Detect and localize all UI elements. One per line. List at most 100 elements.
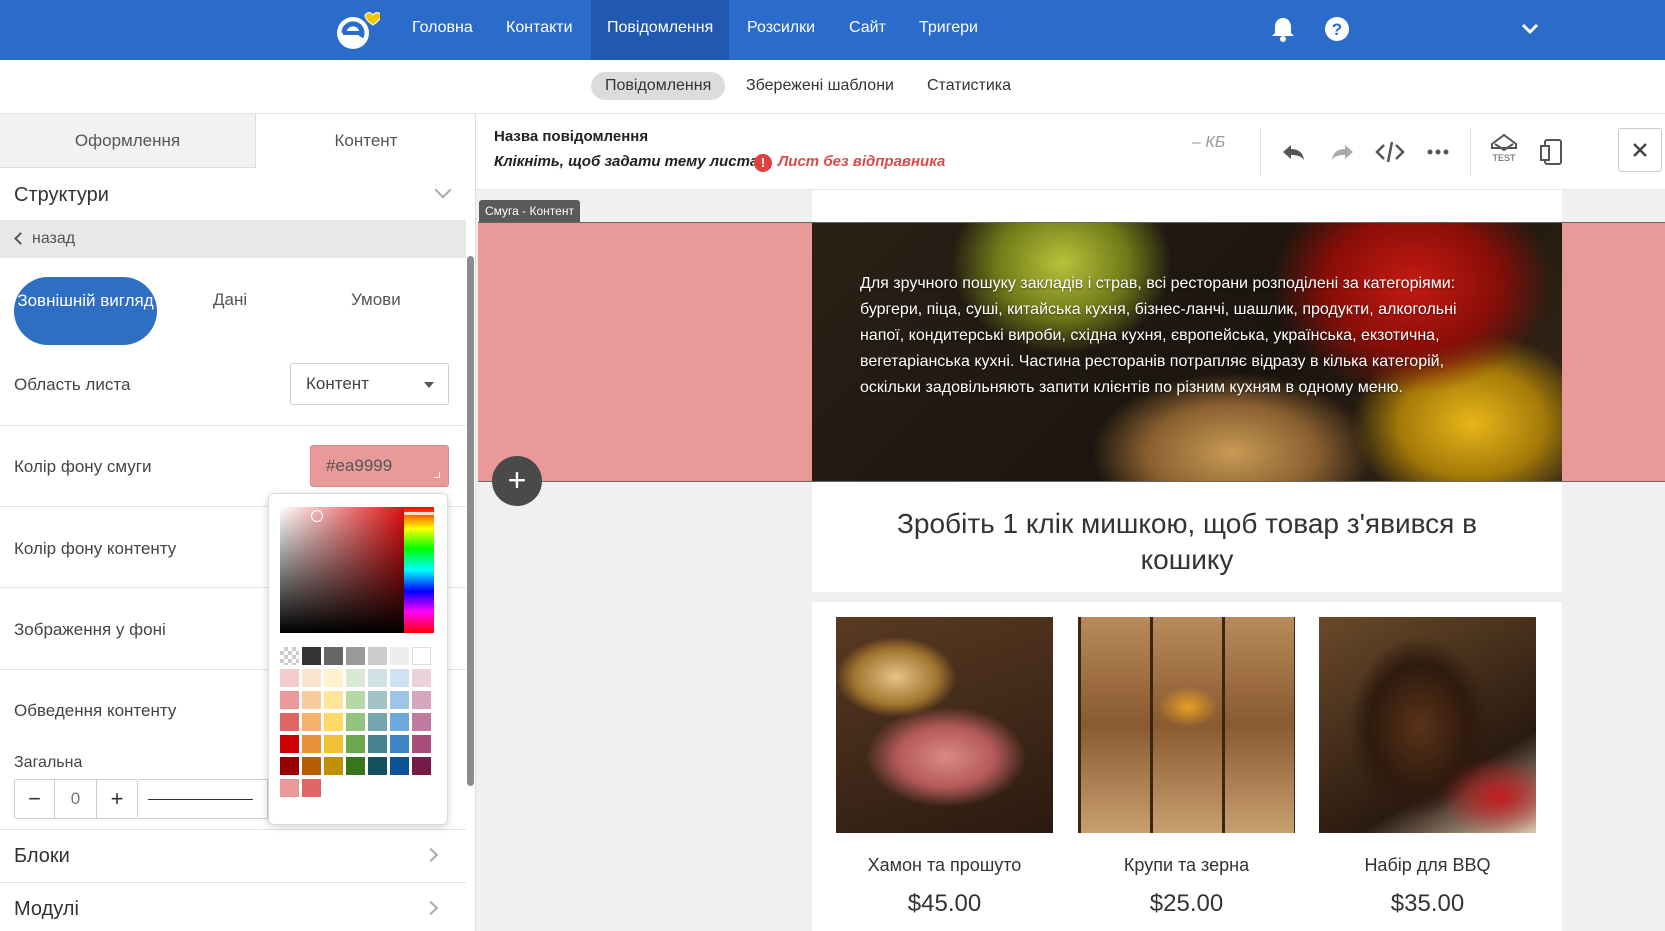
product-image[interactable] bbox=[836, 617, 1053, 833]
more-icon[interactable] bbox=[1422, 136, 1454, 168]
product-price[interactable]: $45.00 bbox=[836, 890, 1053, 918]
nav-campaigns[interactable]: Розсилки bbox=[731, 0, 831, 60]
color-swatch[interactable] bbox=[368, 713, 387, 731]
band-bg-color-input[interactable]: #ea9999 bbox=[310, 445, 449, 487]
subject-field[interactable]: Клікніть, щоб задати тему листа bbox=[494, 153, 758, 170]
code-icon[interactable] bbox=[1374, 136, 1406, 168]
tab-design[interactable]: Оформлення bbox=[0, 114, 256, 168]
hue-slider[interactable] bbox=[404, 507, 434, 633]
color-swatch[interactable] bbox=[280, 691, 299, 709]
increment-button[interactable]: + bbox=[97, 780, 137, 818]
product-name[interactable]: Крупи та зерна bbox=[1078, 855, 1295, 876]
color-swatch[interactable] bbox=[346, 691, 365, 709]
headline[interactable]: Зробіть 1 клік мишкою, щоб товар з'явивс… bbox=[852, 506, 1522, 578]
border-style-select[interactable] bbox=[138, 779, 268, 819]
border-width-value[interactable]: 0 bbox=[55, 780, 97, 818]
area-select[interactable]: Контент bbox=[290, 363, 449, 405]
product-price[interactable]: $35.00 bbox=[1319, 890, 1536, 918]
color-swatch[interactable] bbox=[302, 669, 321, 687]
hero-banner[interactable]: Для зручного пошуку закладів і страв, вс… bbox=[812, 223, 1562, 481]
color-swatch[interactable] bbox=[390, 647, 409, 665]
color-swatch[interactable] bbox=[390, 669, 409, 687]
hero-text[interactable]: Для зручного пошуку закладів і страв, вс… bbox=[860, 271, 1500, 401]
color-swatch[interactable] bbox=[390, 735, 409, 753]
nav-site[interactable]: Сайт bbox=[833, 0, 902, 60]
color-swatch[interactable] bbox=[368, 691, 387, 709]
color-swatch[interactable] bbox=[302, 757, 321, 775]
products-block[interactable]: Хамон та прошуто $45.00 Крупи та зерна $… bbox=[812, 602, 1562, 931]
color-swatch[interactable] bbox=[346, 757, 365, 775]
nav-triggers[interactable]: Тригери bbox=[903, 0, 994, 60]
color-swatch[interactable] bbox=[324, 669, 343, 687]
subtab-saved-templates[interactable]: Збережені шаблони bbox=[732, 72, 908, 100]
product-image[interactable] bbox=[1319, 617, 1536, 833]
subtab-appearance[interactable]: Зовнішній вигляд bbox=[14, 277, 157, 345]
product-card[interactable]: Хамон та прошуто $45.00 bbox=[836, 617, 1053, 918]
product-price[interactable]: $25.00 bbox=[1078, 890, 1295, 918]
color-swatch[interactable] bbox=[346, 647, 365, 665]
product-name[interactable]: Хамон та прошуто bbox=[836, 855, 1053, 876]
no-sender-warning[interactable]: Лист без відправника bbox=[778, 153, 945, 170]
subtab-messages[interactable]: Повідомлення bbox=[591, 72, 726, 100]
color-swatch[interactable] bbox=[280, 647, 299, 665]
color-swatch[interactable] bbox=[346, 735, 365, 753]
color-swatch[interactable] bbox=[368, 735, 387, 753]
structures-title[interactable]: Структури bbox=[14, 184, 109, 207]
color-swatch[interactable] bbox=[324, 735, 343, 753]
color-swatch[interactable] bbox=[302, 779, 321, 797]
nav-home[interactable]: Головна bbox=[396, 0, 489, 60]
color-swatch[interactable] bbox=[368, 647, 387, 665]
color-swatch[interactable] bbox=[302, 691, 321, 709]
color-swatch[interactable] bbox=[302, 647, 321, 665]
border-width-stepper[interactable]: − 0 + bbox=[14, 779, 138, 819]
color-swatch[interactable] bbox=[390, 713, 409, 731]
redo-icon[interactable] bbox=[1326, 136, 1358, 168]
color-swatch[interactable] bbox=[280, 779, 299, 797]
nav-contacts[interactable]: Контакти bbox=[490, 0, 589, 60]
color-swatch[interactable] bbox=[368, 669, 387, 687]
product-card[interactable]: Крупи та зерна $25.00 bbox=[1078, 617, 1295, 918]
subtab-statistics[interactable]: Статистика bbox=[913, 72, 1025, 100]
color-swatch[interactable] bbox=[390, 691, 409, 709]
bell-icon[interactable] bbox=[1268, 14, 1298, 44]
preview-icon[interactable] bbox=[1536, 136, 1568, 168]
tab-content[interactable]: Контент bbox=[256, 114, 475, 168]
nav-messages[interactable]: Повідомлення bbox=[591, 0, 730, 60]
picker-handle[interactable] bbox=[311, 510, 323, 522]
decrement-button[interactable]: − bbox=[15, 780, 55, 818]
color-swatch[interactable] bbox=[324, 713, 343, 731]
color-swatch[interactable] bbox=[324, 691, 343, 709]
color-swatch[interactable] bbox=[346, 713, 365, 731]
saturation-value-area[interactable] bbox=[280, 507, 404, 633]
message-name[interactable]: Назва повідомлення bbox=[494, 128, 648, 145]
subtab-data[interactable]: Дані bbox=[213, 290, 247, 310]
color-swatch[interactable] bbox=[324, 647, 343, 665]
add-block-button[interactable]: + bbox=[492, 456, 542, 506]
hue-handle[interactable] bbox=[404, 512, 434, 515]
color-swatch[interactable] bbox=[390, 757, 409, 775]
color-swatch[interactable] bbox=[346, 669, 365, 687]
chevron-down-icon[interactable] bbox=[434, 181, 452, 199]
modules-section[interactable]: Модулі bbox=[0, 882, 466, 931]
logo-icon[interactable] bbox=[334, 8, 380, 52]
product-name[interactable]: Набір для BBQ bbox=[1319, 855, 1536, 876]
close-button[interactable] bbox=[1618, 128, 1662, 172]
color-swatch[interactable] bbox=[302, 713, 321, 731]
color-swatch[interactable] bbox=[412, 647, 431, 665]
color-swatch[interactable] bbox=[412, 669, 431, 687]
subtab-conditions[interactable]: Умови bbox=[351, 290, 401, 310]
test-icon[interactable]: TEST bbox=[1488, 130, 1520, 164]
color-swatch[interactable] bbox=[280, 735, 299, 753]
color-swatch[interactable] bbox=[280, 757, 299, 775]
panel-scrollbar[interactable] bbox=[467, 256, 474, 786]
color-swatch[interactable] bbox=[280, 713, 299, 731]
color-swatch[interactable] bbox=[412, 691, 431, 709]
color-swatch[interactable] bbox=[324, 757, 343, 775]
chevron-down-icon[interactable] bbox=[1515, 14, 1545, 44]
help-icon[interactable]: ? bbox=[1322, 14, 1352, 44]
back-button[interactable]: назад bbox=[0, 220, 466, 258]
color-swatch[interactable] bbox=[412, 735, 431, 753]
color-swatch[interactable] bbox=[412, 757, 431, 775]
color-swatch[interactable] bbox=[412, 713, 431, 731]
color-swatch[interactable] bbox=[280, 669, 299, 687]
